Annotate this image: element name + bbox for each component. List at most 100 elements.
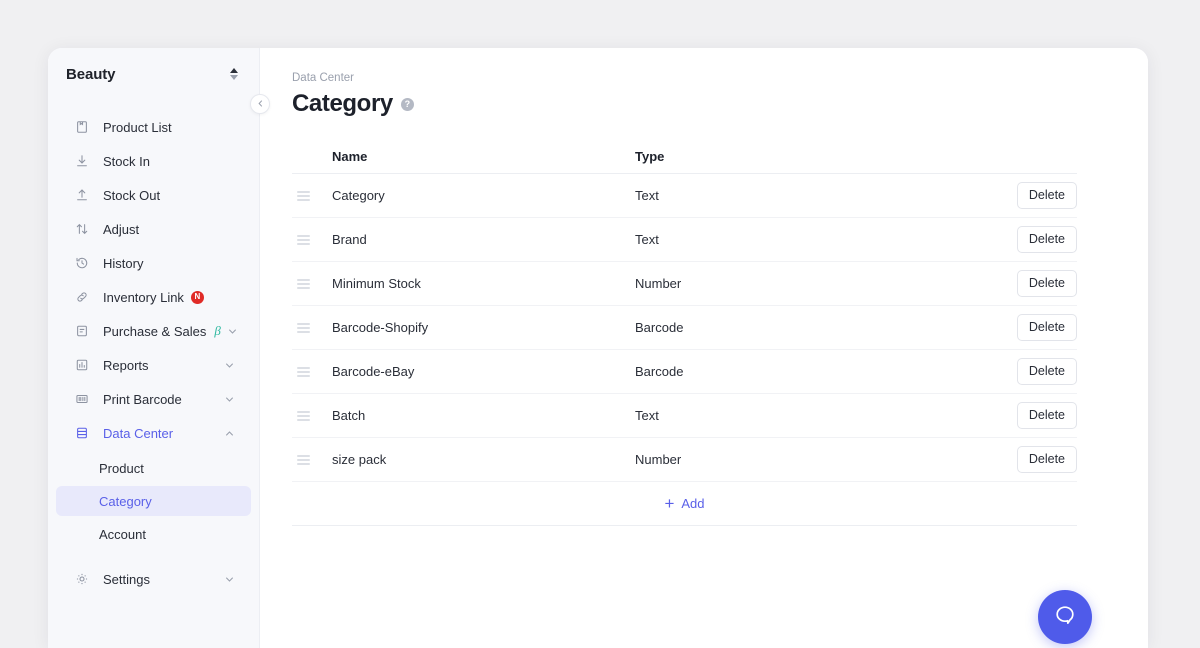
drag-handle-icon[interactable]: [292, 191, 332, 201]
drag-handle-icon[interactable]: [292, 323, 332, 333]
cell-type: Text: [635, 232, 1015, 247]
sidebar-item-print-barcode[interactable]: Print Barcode: [56, 382, 251, 416]
cell-name: Barcode-eBay: [332, 364, 635, 379]
sidebar-item-label: Inventory Link: [103, 290, 184, 305]
sidebar-item-stock-out[interactable]: Stock Out: [56, 178, 251, 212]
chevron-down-icon[interactable]: [223, 573, 235, 585]
sidebar-collapse-button[interactable]: [250, 94, 270, 114]
arrow-up-icon: [74, 187, 90, 203]
chevron-up-icon[interactable]: [223, 427, 235, 439]
sidebar-item-inventory-link[interactable]: Inventory Link N: [56, 280, 251, 314]
chevron-left-icon: [256, 95, 265, 113]
sidebar-item-label: Purchase & Sales: [103, 324, 206, 339]
cell-name: Barcode-Shopify: [332, 320, 635, 335]
delete-button[interactable]: Delete: [1017, 182, 1077, 209]
sidebar-item-label: Settings: [103, 572, 150, 587]
add-label: Add: [681, 496, 704, 511]
table-header-row: Name Type: [292, 140, 1077, 174]
delete-button[interactable]: Delete: [1017, 226, 1077, 253]
cell-name: Brand: [332, 232, 635, 247]
cell-actions: Delete: [1015, 358, 1077, 385]
cell-actions: Delete: [1015, 270, 1077, 297]
column-header-type: Type: [635, 149, 1015, 164]
sidebar-subitem-product[interactable]: Product: [56, 453, 251, 483]
sidebar-subitem-label: Account: [99, 527, 146, 542]
drag-handle-icon[interactable]: [292, 411, 332, 421]
sidebar-item-data-center[interactable]: Data Center: [56, 416, 251, 450]
sidebar-item-label: Stock Out: [103, 188, 160, 203]
bar-chart-icon: [74, 357, 90, 373]
page-header: Category ?: [292, 90, 1116, 118]
sidebar-subitem-label: Category: [99, 494, 152, 509]
chevron-down-icon[interactable]: [223, 393, 235, 405]
sidebar-item-history[interactable]: History: [56, 246, 251, 280]
arrow-down-icon: [74, 153, 90, 169]
cell-name: Batch: [332, 408, 635, 423]
workspace-switcher[interactable]: Beauty: [48, 48, 259, 100]
link-chain-icon: [74, 289, 90, 305]
swap-arrows-icon: [74, 221, 90, 237]
drag-handle-icon[interactable]: [292, 455, 332, 465]
sidebar-item-settings[interactable]: Settings: [56, 562, 251, 596]
cell-type: Text: [635, 188, 1015, 203]
product-list-icon: [74, 119, 90, 135]
chat-support-button[interactable]: [1038, 590, 1092, 644]
cell-type: Barcode: [635, 320, 1015, 335]
drag-handle-icon[interactable]: [292, 235, 332, 245]
sidebar-subitem-account[interactable]: Account: [56, 519, 251, 549]
sidebar-item-reports[interactable]: Reports: [56, 348, 251, 382]
workspace-name: Beauty: [66, 66, 115, 83]
drag-handle-icon[interactable]: [292, 367, 332, 377]
main-content: Data Center Category ? Name Type Categor…: [260, 48, 1148, 648]
drag-handle-icon[interactable]: [292, 279, 332, 289]
table-row: Barcode-ShopifyBarcodeDelete: [292, 306, 1077, 350]
delete-button[interactable]: Delete: [1017, 270, 1077, 297]
cell-actions: Delete: [1015, 402, 1077, 429]
plus-icon: +: [664, 495, 674, 512]
page-title: Category: [292, 90, 393, 118]
cell-actions: Delete: [1015, 314, 1077, 341]
breadcrumb: Data Center: [292, 72, 1116, 84]
sidebar-item-stock-in[interactable]: Stock In: [56, 144, 251, 178]
table-row: Minimum StockNumberDelete: [292, 262, 1077, 306]
sidebar-item-label: Reports: [103, 358, 149, 373]
cell-actions: Delete: [1015, 226, 1077, 253]
gear-icon: [74, 571, 90, 587]
delete-button[interactable]: Delete: [1017, 446, 1077, 473]
app-window: Beauty Product List: [48, 48, 1148, 648]
document-icon: [74, 323, 90, 339]
sidebar-subitem-label: Product: [99, 461, 144, 476]
chevron-down-icon[interactable]: [227, 325, 238, 337]
table-row: size packNumberDelete: [292, 438, 1077, 482]
category-table: Name Type CategoryTextDeleteBrandTextDel…: [292, 140, 1077, 526]
cell-name: size pack: [332, 452, 635, 467]
chevron-down-icon[interactable]: [223, 359, 235, 371]
sidebar-item-purchase-and-sales[interactable]: Purchase & Sales β: [56, 314, 251, 348]
delete-button[interactable]: Delete: [1017, 358, 1077, 385]
delete-button[interactable]: Delete: [1017, 314, 1077, 341]
sidebar-item-product-list[interactable]: Product List: [56, 110, 251, 144]
delete-button[interactable]: Delete: [1017, 402, 1077, 429]
table-row: BrandTextDelete: [292, 218, 1077, 262]
sidebar-item-adjust[interactable]: Adjust: [56, 212, 251, 246]
table-row: Barcode-eBayBarcodeDelete: [292, 350, 1077, 394]
sort-updown-icon[interactable]: [227, 65, 241, 83]
cell-type: Number: [635, 452, 1015, 467]
cell-type: Number: [635, 276, 1015, 291]
cell-type: Barcode: [635, 364, 1015, 379]
chat-bubble-icon: [1052, 602, 1078, 633]
beta-badge: β: [214, 323, 220, 339]
sidebar-nav: Product List Stock In Stock Out: [48, 100, 259, 596]
add-row-button[interactable]: + Add: [292, 482, 1077, 526]
sidebar-item-label: Product List: [103, 120, 172, 135]
help-icon[interactable]: ?: [401, 98, 414, 111]
cell-actions: Delete: [1015, 182, 1077, 209]
cell-name: Category: [332, 188, 635, 203]
sidebar: Beauty Product List: [48, 48, 260, 648]
sidebar-subitem-category[interactable]: Category: [56, 486, 251, 516]
sidebar-item-label: Print Barcode: [103, 392, 182, 407]
database-icon: [74, 425, 90, 441]
sidebar-item-label: Stock In: [103, 154, 150, 169]
cell-name: Minimum Stock: [332, 276, 635, 291]
cell-actions: Delete: [1015, 446, 1077, 473]
